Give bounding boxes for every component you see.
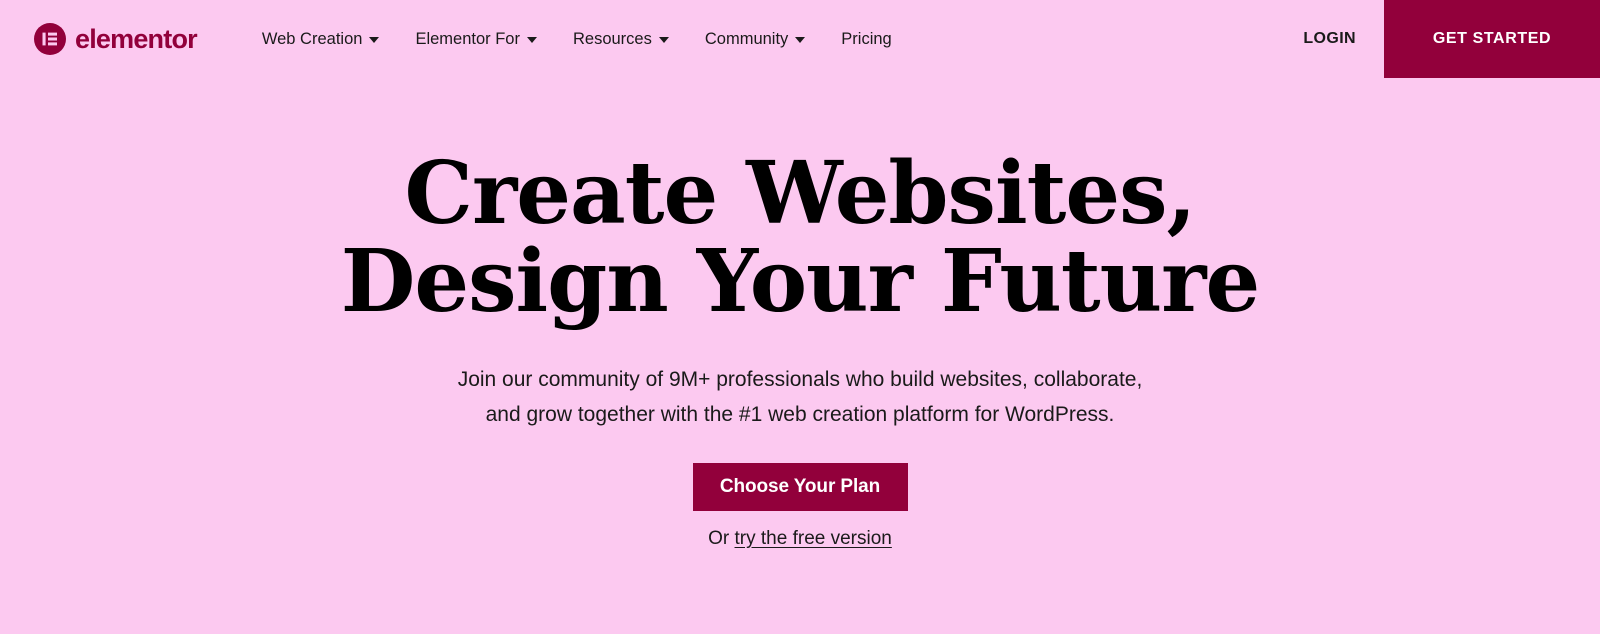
nav-label: Web Creation [261,29,363,48]
nav-item-resources[interactable]: Resources [555,31,687,48]
nav-label: Pricing [841,29,892,48]
hero-subtitle-line-1: Join our community of 9M+ professionals … [457,368,1143,391]
hero-subtitle-line-2: and grow together with the #1 web creati… [485,403,1115,426]
page-title-line-1: Create Websites, [404,143,1197,244]
nav-label: Resources [572,29,652,48]
nav-item-web-creation[interactable]: Web Creation [262,31,398,48]
chevron-down-icon [369,37,380,43]
hero-subtitle: Join our community of 9M+ professionals … [400,326,1200,432]
header-actions: LOGIN GET STARTED [1303,0,1600,78]
elementor-logo[interactable]: elementor [34,23,198,55]
free-version-line: Or try the free version [0,511,1600,548]
nav-item-community[interactable]: Community [687,31,823,48]
page-root: elementor Web Creation Elementor For Res… [0,0,1600,634]
nav-label: Elementor For [415,29,520,48]
page-title: Create Websites, Design Your Future [0,78,1600,326]
site-header: elementor Web Creation Elementor For Res… [0,0,1600,78]
chevron-down-icon [795,37,806,43]
page-title-line-2: Design Your Future [340,231,1260,332]
main-navigation: Web Creation Elementor For Resources Com… [262,31,910,48]
hero-actions: Choose Your Plan [0,432,1600,511]
nav-label: Community [704,29,789,48]
choose-your-plan-button[interactable]: Choose Your Plan [692,463,908,511]
hero-section: Create Websites, Design Your Future Join… [0,78,1600,549]
nav-item-elementor-for[interactable]: Elementor For [397,31,555,48]
chevron-down-icon [526,37,537,43]
get-started-button[interactable]: GET STARTED [1384,0,1600,78]
try-free-version-link[interactable]: try the free version [735,528,892,549]
login-link[interactable]: LOGIN [1303,31,1384,47]
nav-item-pricing[interactable]: Pricing [823,31,909,48]
elementor-e-logo-icon [34,23,66,55]
chevron-down-icon [658,37,669,43]
free-version-prefix: Or [708,528,735,549]
elementor-wordmark: elementor [75,23,198,54]
